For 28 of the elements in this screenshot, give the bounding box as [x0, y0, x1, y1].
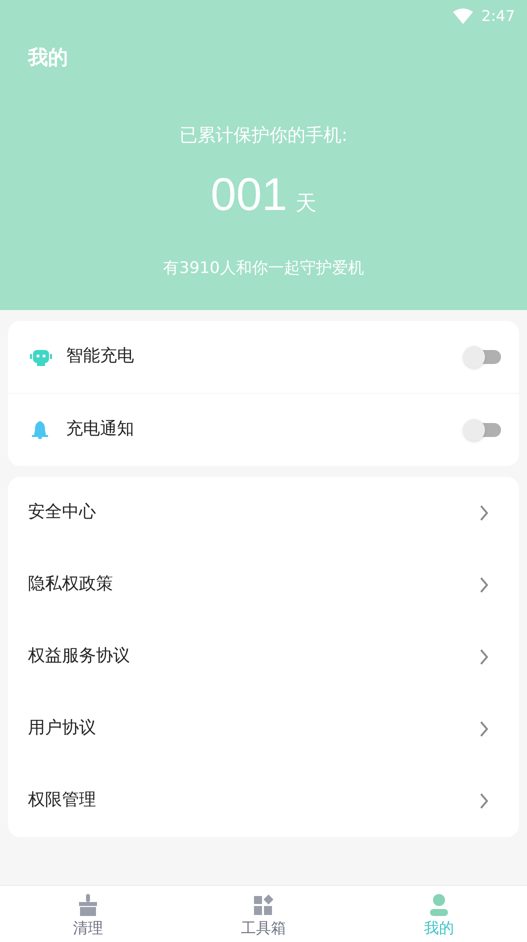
nav-tab[interactable]: 工具箱 [176, 886, 352, 942]
toggle-switch[interactable] [463, 419, 501, 441]
nav-tab[interactable]: 清理 [0, 886, 176, 942]
day-count: 001 [210, 171, 288, 217]
toggle-switch[interactable] [463, 346, 501, 368]
chevron-right-icon [479, 793, 489, 809]
menu-item[interactable]: 用户协议 [28, 716, 96, 742]
chevron-right-icon [479, 721, 489, 737]
setting-label: 智能充电 [66, 345, 134, 368]
day-unit: 天 [295, 190, 316, 217]
person-icon [430, 894, 448, 916]
robot-icon [30, 347, 52, 367]
menu-item[interactable]: 权限管理 [28, 788, 96, 814]
setting-label: 充电通知 [66, 418, 134, 442]
bell-icon [30, 420, 50, 440]
chevron-right-icon [479, 577, 489, 593]
widgets-icon [254, 894, 274, 916]
menu-item[interactable]: 安全中心 [28, 500, 96, 526]
users-count-text: 有3910人和你一起守护爱机 [162, 256, 365, 278]
page-title: 我的 [26, 44, 69, 71]
wifi-icon [453, 8, 474, 24]
protection-caption: 已累计保护你的手机: [178, 124, 349, 148]
chevron-right-icon [479, 649, 489, 665]
menu-item[interactable]: 隐私权政策 [28, 572, 113, 598]
broom-icon [78, 894, 98, 916]
chevron-right-icon [479, 505, 489, 521]
menu-item[interactable]: 权益服务协议 [28, 644, 130, 670]
clock-time: 2:47 [481, 6, 515, 27]
